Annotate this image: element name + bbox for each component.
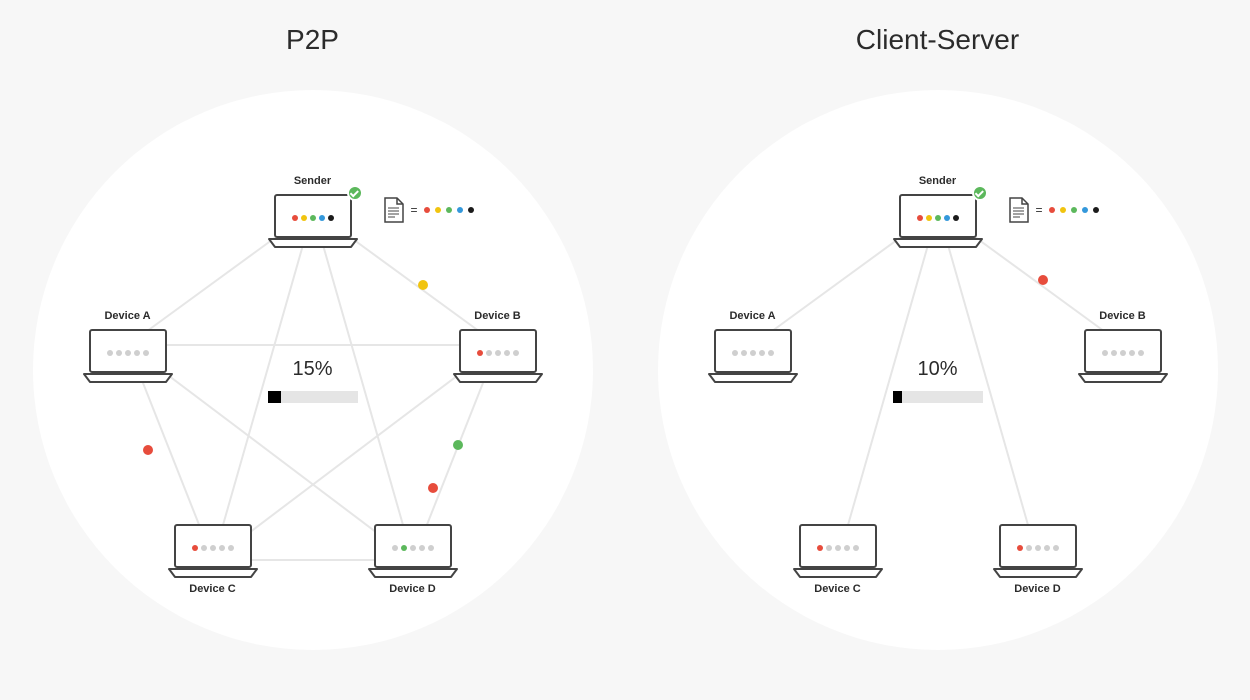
device-label: Device D <box>978 583 1098 595</box>
device-label: Device A <box>693 310 813 322</box>
check-badge-icon <box>347 185 363 201</box>
device-label: Device C <box>778 583 898 595</box>
progress: 10% <box>893 358 983 403</box>
file-legend: = <box>383 196 474 224</box>
legend-dot <box>1082 207 1088 213</box>
legend-dot <box>1071 207 1077 213</box>
device-a: Device A <box>693 306 813 384</box>
legend-dot <box>1060 207 1066 213</box>
check-badge-icon <box>972 185 988 201</box>
equals-sign: = <box>411 203 418 217</box>
progress-fill <box>893 391 902 403</box>
diagram-p2p: Sender Device A Device B Device C Device… <box>33 90 593 650</box>
legend-dot <box>424 207 430 213</box>
device-d: Device D <box>353 521 473 599</box>
transit-dot <box>143 445 153 455</box>
panel-client-server: Client-Server Sender Device A Device B D… <box>625 0 1250 700</box>
device-c: Device C <box>153 521 273 599</box>
device-sender: Sender <box>878 171 998 249</box>
progress-bar <box>268 391 358 403</box>
device-label: Device B <box>438 310 558 322</box>
diagram-cs: Sender Device A Device B Device C Device… <box>658 90 1218 650</box>
device-c: Device C <box>778 521 898 599</box>
legend-dot <box>446 207 452 213</box>
device-sender: Sender <box>253 171 373 249</box>
legend-dots <box>1049 207 1099 213</box>
progress: 15% <box>268 358 358 403</box>
device-d: Device D <box>978 521 1098 599</box>
panel-title-cs: Client-Server <box>625 24 1250 56</box>
device-label: Device B <box>1063 310 1183 322</box>
equals-sign: = <box>1036 203 1043 217</box>
device-label: Device A <box>68 310 188 322</box>
file-legend: = <box>1008 196 1099 224</box>
device-b: Device B <box>1063 306 1183 384</box>
file-icon <box>1008 196 1030 224</box>
progress-bar <box>893 391 983 403</box>
progress-text: 10% <box>893 358 983 381</box>
transit-dot <box>418 280 428 290</box>
legend-dot <box>435 207 441 213</box>
device-label: Device C <box>153 583 273 595</box>
diagram-stage: P2P Sender Device A Device B Device C De… <box>0 0 1250 700</box>
device-a: Device A <box>68 306 188 384</box>
progress-text: 15% <box>268 358 358 381</box>
panel-p2p: P2P Sender Device A Device B Device C De… <box>0 0 625 700</box>
device-label: Device D <box>353 583 473 595</box>
progress-fill <box>268 391 282 403</box>
transit-dot <box>428 483 438 493</box>
device-b: Device B <box>438 306 558 384</box>
transit-dot <box>453 440 463 450</box>
transit-dot <box>1038 275 1048 285</box>
legend-dot <box>468 207 474 213</box>
legend-dots <box>424 207 474 213</box>
file-icon <box>383 196 405 224</box>
legend-dot <box>1049 207 1055 213</box>
panel-title-p2p: P2P <box>0 24 625 56</box>
legend-dot <box>1093 207 1099 213</box>
legend-dot <box>457 207 463 213</box>
